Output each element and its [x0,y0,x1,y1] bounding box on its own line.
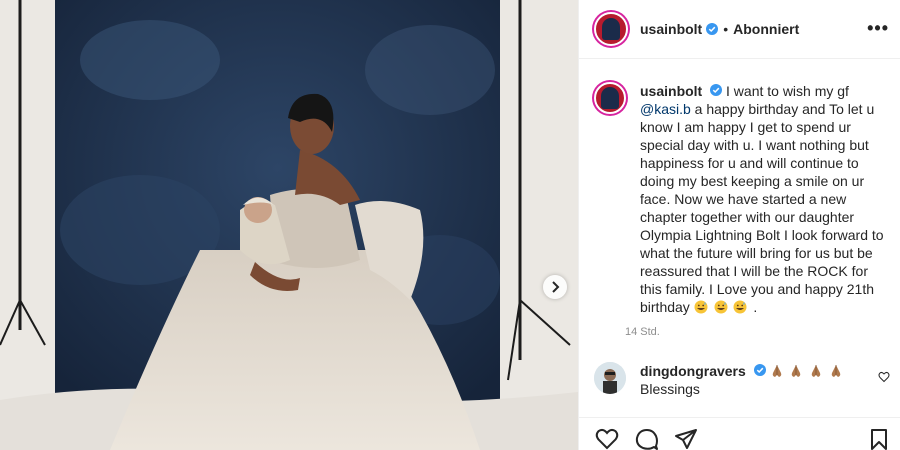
post-timestamp[interactable]: 14 Std. [625,326,660,338]
caption-intro: I want to wish my gf [722,83,849,99]
more-options-button[interactable]: ••• [867,18,889,39]
share-button[interactable] [674,428,698,450]
follow-status-button[interactable]: Abonniert [733,21,799,37]
caption: usainbolt I want to wish my gf @kasi.b a… [594,82,890,316]
comment-icon [635,429,658,450]
mention-link[interactable]: @kasi.b [640,101,691,117]
separator: • [723,21,729,37]
caption-ending: . [753,299,758,315]
post-header: usainbolt • Abonniert ••• [579,0,900,59]
post-photo[interactable] [0,0,578,450]
post-image [0,0,578,450]
bookmark-icon [871,429,887,450]
action-bar [579,417,900,450]
comment-text: dingdongravers Blessings [640,362,845,398]
verified-badge-icon [710,84,723,96]
share-icon [675,429,697,449]
comment-item: dingdongravers Blessings [594,362,890,398]
avatar[interactable] [594,362,626,394]
avatar[interactable] [594,82,626,114]
comment-username[interactable]: dingdongravers [640,363,746,379]
author-username[interactable]: usainbolt [640,21,702,37]
comment-like-button[interactable] [878,370,890,388]
like-button[interactable] [595,428,619,450]
comment-button[interactable] [635,428,659,450]
caption-text: usainbolt I want to wish my gf @kasi.b a… [640,82,890,316]
caption-body: a happy birthday and To let u know I am … [640,101,884,315]
post-side-panel: usainbolt • Abonniert ••• usainbolt I wa… [578,0,900,450]
verified-badge-icon [753,364,766,376]
grinning-sweat-emoji [694,299,754,315]
chevron-right-icon [552,281,560,293]
heart-icon [878,371,890,383]
folded-hands-emoji [770,363,846,379]
carousel-next-button[interactable] [543,275,567,299]
comment-body: Blessings [640,381,700,397]
save-button[interactable] [869,428,889,450]
avatar[interactable] [594,12,628,46]
verified-badge-icon [706,23,719,35]
caption-username[interactable]: usainbolt [640,83,702,99]
heart-icon [595,428,619,450]
